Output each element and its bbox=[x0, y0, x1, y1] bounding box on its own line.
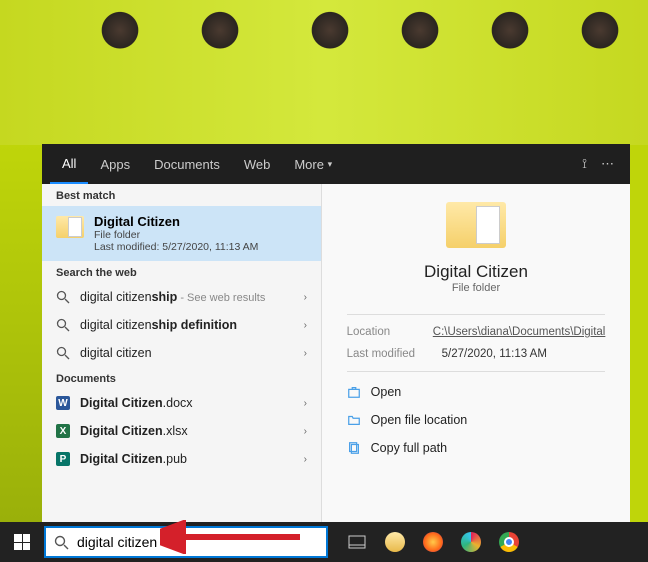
wallpaper-strip bbox=[0, 145, 42, 522]
taskbar-app-explorer[interactable] bbox=[378, 522, 412, 562]
chevron-right-icon: › bbox=[304, 292, 307, 303]
preview-title: Digital Citizen bbox=[424, 262, 528, 282]
section-header-web: Search the web bbox=[42, 261, 321, 283]
web-result[interactable]: digital citizenship - See web results › bbox=[42, 283, 321, 311]
meta-key: Last modified bbox=[347, 348, 442, 360]
tab-documents[interactable]: Documents bbox=[142, 144, 232, 184]
preview-location[interactable]: C:\Users\diana\Documents\Digital bbox=[433, 326, 606, 338]
web-result-text: digital citizen bbox=[80, 346, 152, 360]
preview-modified: 5/27/2020, 11:13 AM bbox=[442, 348, 547, 360]
action-open[interactable]: Open bbox=[347, 378, 606, 406]
chevron-right-icon: › bbox=[304, 320, 307, 331]
taskbar bbox=[0, 522, 648, 562]
document-name: Digital Citizen.docx bbox=[80, 396, 193, 410]
document-result[interactable]: X Digital Citizen.xlsx › bbox=[42, 417, 321, 445]
file-type-icon: X bbox=[56, 424, 70, 438]
meta-key: Location bbox=[347, 326, 433, 338]
web-result[interactable]: digital citizenship definition › bbox=[42, 311, 321, 339]
wallpaper-strip bbox=[630, 145, 648, 522]
open-icon bbox=[347, 385, 361, 399]
action-open-location[interactable]: Open file location bbox=[347, 406, 606, 434]
search-input[interactable] bbox=[77, 534, 318, 550]
preview-pane: Digital Citizen File folder LocationC:\U… bbox=[322, 184, 630, 522]
chevron-right-icon: › bbox=[304, 454, 307, 465]
document-result[interactable]: W Digital Citizen.docx › bbox=[42, 389, 321, 417]
task-view-icon bbox=[348, 535, 366, 549]
chrome-icon bbox=[499, 532, 519, 552]
document-name: Digital Citizen.xlsx bbox=[80, 424, 188, 438]
chevron-right-icon: › bbox=[304, 398, 307, 409]
best-match-type: File folder bbox=[94, 229, 258, 241]
windows-logo-icon bbox=[14, 534, 30, 550]
tab-web[interactable]: Web bbox=[232, 144, 283, 184]
divider bbox=[347, 371, 606, 372]
web-result-text: digital citizenship - See web results bbox=[80, 290, 265, 304]
tab-more[interactable]: More ▾ bbox=[282, 144, 344, 184]
taskbar-app-slack[interactable] bbox=[454, 522, 488, 562]
results-list: Best match Digital Citizen File folder L… bbox=[42, 184, 322, 522]
action-copy-path[interactable]: Copy full path bbox=[347, 434, 606, 462]
copy-icon bbox=[347, 441, 361, 455]
document-result[interactable]: P Digital Citizen.pub › bbox=[42, 445, 321, 473]
task-view-button[interactable] bbox=[340, 522, 374, 562]
chevron-right-icon: › bbox=[304, 426, 307, 437]
best-match-meta: Last modified: 5/27/2020, 11:13 AM bbox=[94, 241, 258, 253]
tab-apps[interactable]: Apps bbox=[88, 144, 142, 184]
section-header-best: Best match bbox=[42, 184, 321, 206]
search-icon bbox=[56, 346, 70, 360]
taskbar-search-box[interactable] bbox=[44, 526, 328, 558]
file-explorer-icon bbox=[385, 532, 405, 552]
search-results-panel: Best match Digital Citizen File folder L… bbox=[42, 184, 630, 522]
search-icon bbox=[54, 535, 69, 550]
divider bbox=[347, 314, 606, 315]
chevron-right-icon: › bbox=[304, 348, 307, 359]
file-type-icon: P bbox=[56, 452, 70, 466]
slack-icon bbox=[461, 532, 481, 552]
best-match-title: Digital Citizen bbox=[94, 214, 258, 229]
search-icon bbox=[56, 318, 70, 332]
web-result[interactable]: digital citizen › bbox=[42, 339, 321, 367]
preview-type: File folder bbox=[452, 282, 500, 294]
folder-icon bbox=[56, 216, 84, 238]
feedback-icon[interactable]: ⟟ bbox=[582, 156, 587, 172]
search-filter-tabs: All Apps Documents Web More ▾ ⟟ ⋯ bbox=[42, 144, 630, 184]
folder-icon bbox=[446, 202, 506, 248]
taskbar-app-firefox[interactable] bbox=[416, 522, 450, 562]
chevron-down-icon: ▾ bbox=[328, 159, 333, 170]
desktop-wallpaper bbox=[0, 0, 648, 145]
start-button[interactable] bbox=[0, 522, 44, 562]
web-result-text: digital citizenship definition bbox=[80, 318, 237, 332]
file-type-icon: W bbox=[56, 396, 70, 410]
search-icon bbox=[56, 290, 70, 304]
folder-open-icon bbox=[347, 413, 361, 427]
best-match-result[interactable]: Digital Citizen File folder Last modifie… bbox=[42, 206, 321, 261]
firefox-icon bbox=[423, 532, 443, 552]
tab-all[interactable]: All bbox=[50, 144, 88, 184]
ellipsis-icon[interactable]: ⋯ bbox=[601, 156, 614, 172]
section-header-docs: Documents bbox=[42, 367, 321, 389]
taskbar-app-chrome[interactable] bbox=[492, 522, 526, 562]
document-name: Digital Citizen.pub bbox=[80, 452, 187, 466]
